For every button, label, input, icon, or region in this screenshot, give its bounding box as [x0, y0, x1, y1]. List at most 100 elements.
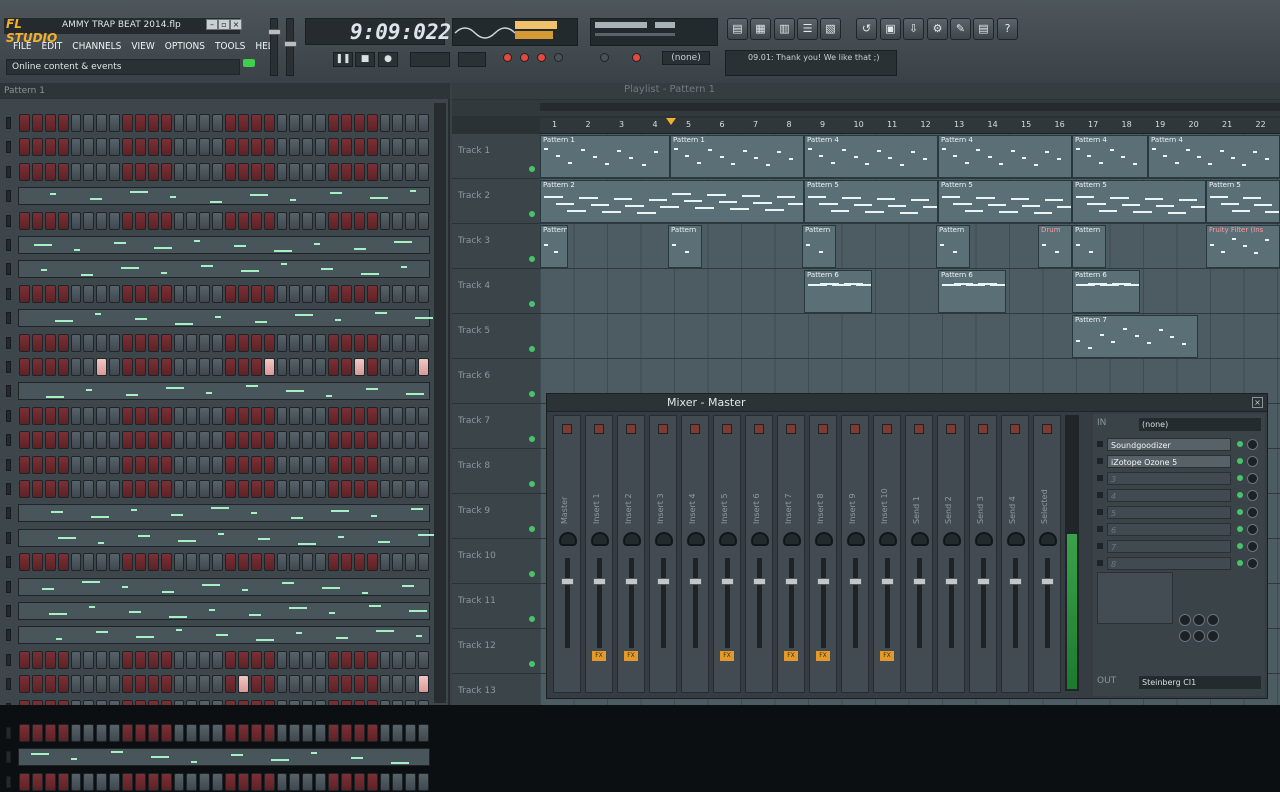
slot-enable-led[interactable] [1237, 526, 1243, 532]
step-button[interactable] [44, 553, 56, 572]
piano-roll-preview[interactable] [18, 748, 430, 767]
step-button[interactable] [134, 480, 146, 498]
step-button[interactable] [83, 114, 95, 132]
step-button[interactable] [160, 772, 172, 791]
step-button[interactable] [379, 114, 391, 132]
playhead-marker[interactable] [666, 118, 676, 125]
step-button[interactable] [44, 431, 56, 450]
step-button[interactable] [96, 480, 108, 498]
step-button[interactable] [366, 138, 378, 157]
step-button[interactable] [186, 480, 198, 498]
fader-cap[interactable] [689, 578, 702, 585]
help-icon[interactable]: ? [997, 18, 1018, 40]
step-button[interactable] [57, 333, 69, 352]
step-button[interactable] [44, 480, 56, 498]
step-button[interactable] [405, 211, 417, 230]
pan-knob[interactable] [847, 532, 865, 546]
step-button[interactable] [328, 406, 339, 425]
step-button[interactable] [83, 650, 95, 669]
slot-enable-led[interactable] [1237, 475, 1243, 481]
browser-icon[interactable]: ☰ [797, 18, 818, 40]
volume-fader[interactable] [565, 558, 570, 648]
slot-name[interactable]: iZotope Ozone 5 [1107, 455, 1231, 468]
step-button[interactable] [353, 772, 365, 791]
fader-cap[interactable] [817, 578, 830, 585]
volume-fader[interactable] [885, 558, 890, 648]
record-mode-led[interactable] [503, 53, 512, 62]
step-button[interactable] [315, 650, 326, 669]
step-button[interactable] [122, 650, 133, 669]
step-button[interactable] [379, 431, 391, 450]
step-button[interactable] [173, 114, 185, 132]
step-button[interactable] [237, 455, 249, 474]
step-button[interactable] [83, 480, 95, 498]
step-button[interactable] [173, 553, 185, 572]
step-button[interactable] [212, 358, 223, 376]
step-button[interactable] [225, 724, 236, 742]
step-button[interactable] [379, 650, 391, 669]
fader-cap[interactable] [593, 578, 606, 585]
step-button[interactable] [173, 211, 185, 230]
step-button[interactable] [70, 553, 82, 572]
piano-roll-preview[interactable] [18, 528, 436, 547]
undo-icon[interactable]: ↺ [856, 18, 877, 40]
step-button[interactable] [173, 675, 185, 694]
step-button[interactable] [263, 333, 275, 352]
step-button[interactable] [276, 138, 288, 157]
step-button[interactable] [418, 480, 429, 498]
step-button[interactable] [328, 284, 339, 303]
step-button[interactable] [57, 650, 69, 669]
step-button[interactable] [379, 138, 391, 157]
metronome-led[interactable] [520, 53, 529, 62]
mixer-icon[interactable]: ▧ [820, 18, 841, 40]
save-icon[interactable]: ▣ [880, 18, 901, 40]
step-button[interactable] [328, 724, 339, 742]
step-button[interactable] [276, 406, 288, 425]
step-button[interactable] [276, 724, 288, 742]
step-button[interactable] [315, 358, 326, 376]
step-button[interactable] [186, 211, 198, 230]
step-button[interactable] [315, 138, 326, 157]
slot-name[interactable]: 8 [1107, 557, 1231, 570]
step-button[interactable] [263, 675, 275, 694]
step-button[interactable] [250, 553, 262, 572]
step-button[interactable] [353, 480, 365, 498]
fader-cap[interactable] [753, 578, 766, 585]
step-button[interactable] [173, 284, 185, 303]
step-button[interactable] [237, 724, 249, 742]
step-button[interactable] [250, 162, 262, 181]
step-button[interactable] [302, 138, 314, 157]
step-button[interactable] [31, 772, 43, 791]
track-mute-led[interactable] [529, 346, 535, 352]
mixer-strip[interactable]: Insert 4 [681, 415, 709, 693]
piano-roll-preview[interactable] [18, 236, 430, 254]
step-button[interactable] [237, 358, 249, 376]
eq-knob[interactable] [1207, 630, 1219, 642]
volume-fader[interactable] [917, 558, 922, 648]
eq-knob[interactable] [1179, 630, 1191, 642]
menu-view[interactable]: VIEW [126, 40, 159, 56]
step-button[interactable] [289, 406, 301, 425]
step-button[interactable] [250, 480, 262, 498]
track-mute-led[interactable] [529, 661, 535, 667]
step-button[interactable] [186, 358, 198, 376]
pan-knob[interactable] [591, 532, 609, 546]
step-edit-led[interactable] [554, 53, 563, 62]
step-button[interactable] [31, 455, 43, 474]
step-button[interactable] [315, 431, 326, 450]
channel-select-led[interactable] [6, 751, 11, 764]
effect-slot[interactable]: 5 [1097, 506, 1261, 520]
track-mute-led[interactable] [529, 391, 535, 397]
step-button[interactable] [418, 553, 429, 572]
step-button[interactable] [173, 358, 185, 376]
record-button[interactable]: ● [378, 52, 398, 67]
step-button[interactable] [276, 650, 288, 669]
slot-mix-knob[interactable] [1247, 490, 1258, 501]
step-button[interactable] [392, 724, 404, 742]
piano-roll-preview[interactable] [18, 504, 430, 523]
step-button[interactable] [19, 772, 30, 791]
volume-fader[interactable] [821, 558, 826, 648]
step-button[interactable] [250, 772, 262, 791]
pan-knob[interactable] [1007, 532, 1025, 546]
pan-knob[interactable] [1039, 532, 1057, 546]
